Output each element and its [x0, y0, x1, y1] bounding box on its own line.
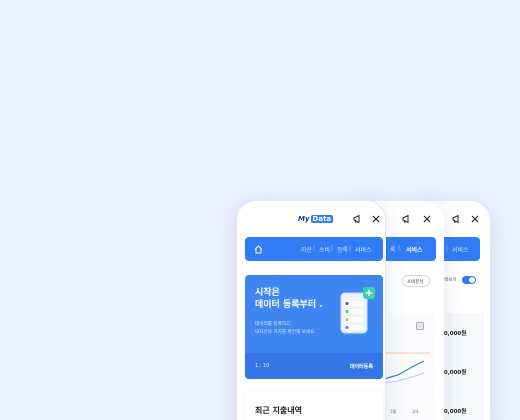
nav-item-service[interactable]: 서비스: [452, 245, 469, 254]
home-icon[interactable]: [253, 244, 263, 254]
hero-title-line: 데이터 등록부터 .: [255, 300, 323, 310]
megaphone-icon[interactable]: [353, 214, 363, 224]
hero-title: 시작은 데이터 등록부터 .: [255, 287, 323, 311]
close-icon[interactable]: [470, 214, 480, 224]
recent-spending-title: 최근 지출내역: [255, 406, 302, 415]
megaphone-icon[interactable]: [452, 214, 462, 224]
card-topbar: My Data: [237, 201, 385, 237]
nav-separator: |: [313, 245, 316, 252]
nav-item-assets[interactable]: 자산: [301, 245, 312, 254]
nav-separator: |: [349, 245, 352, 252]
chart-line-series-1: [383, 360, 425, 380]
hero-title-line: 시작은: [255, 288, 280, 298]
hero-description-line: 내자산의 가치를 확인해 보세요.: [255, 330, 316, 335]
chart-line-series-2: [383, 372, 425, 384]
hero-banner[interactable]: 시작은 데이터 등록부터 . 데이터를 등록하고, 내자산의 가치를 확인해 보…: [245, 275, 383, 379]
logo-my: My: [298, 214, 310, 223]
chart-tick-label: 3/4: [412, 409, 419, 414]
hero-footer: 1 : 10 데이터등록: [245, 353, 383, 379]
close-icon[interactable]: [371, 214, 381, 224]
mydata-main-card: My Data 자산 | 소비 | 등록 | 서비스 시작은 데이터 등록부터 .…: [236, 200, 386, 420]
nav-item-consumption[interactable]: 소비: [319, 245, 330, 254]
chart-tick-label: 3월: [390, 409, 397, 414]
scrollbar[interactable]: [385, 245, 386, 375]
register-data-button[interactable]: 데이터등록: [350, 363, 373, 370]
hero-page-indicator: 1 : 10: [255, 363, 270, 369]
nav-bar: 자산 | 소비 | 등록 | 서비스: [245, 237, 383, 261]
mydata-logo: My Data: [298, 214, 334, 223]
hero-description-line: 데이터를 등록하고,: [255, 322, 292, 327]
nav-separator: |: [331, 245, 334, 252]
hero-description: 데이터를 등록하고, 내자산의 가치를 확인해 보세요.: [255, 321, 316, 337]
nav-separator: |: [446, 245, 449, 252]
amount-toggle[interactable]: [462, 276, 476, 284]
logo-data: Data: [310, 214, 334, 223]
phone-illustration-icon: [340, 287, 375, 334]
nav-item-register[interactable]: 등록: [337, 245, 348, 254]
nav-item-service[interactable]: 서비스: [355, 245, 372, 254]
